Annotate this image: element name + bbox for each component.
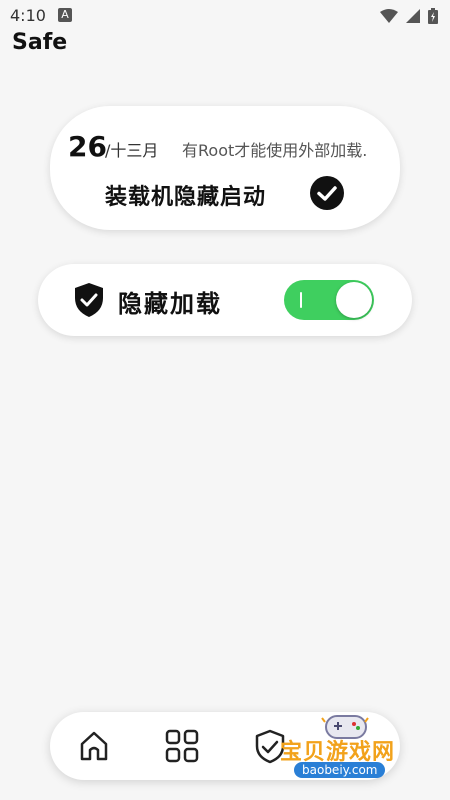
toggle-knob[interactable]	[336, 282, 372, 318]
watermark-url: baobeiy.com	[294, 762, 386, 778]
hide-load-label: 隐藏加载	[118, 290, 222, 318]
home-icon[interactable]	[76, 728, 112, 764]
date-day: 26	[68, 130, 107, 163]
hide-load-toggle[interactable]	[284, 280, 374, 320]
notification-badge: A	[58, 8, 72, 22]
loader-status-card: 26 /十三月 有Root才能使用外部加载. 装载机隐藏启动	[50, 106, 400, 230]
app-title: Safe	[12, 30, 68, 55]
status-time: 4:10	[10, 6, 46, 25]
hide-load-card: 隐藏加载	[38, 264, 412, 336]
watermark: 宝贝游戏网 baobeiy.com	[270, 712, 420, 782]
toggle-on-mark	[300, 292, 302, 308]
root-note: 有Root才能使用外部加载.	[182, 141, 368, 160]
loader-status-text: 装载机隐藏启动	[105, 185, 267, 210]
signal-icon	[406, 9, 420, 23]
apps-grid-icon[interactable]	[164, 728, 200, 764]
battery-icon	[428, 8, 438, 24]
check-circle-icon	[310, 176, 344, 210]
status-icons	[380, 6, 438, 26]
status-bar: 4:10 A	[0, 0, 450, 32]
wifi-icon	[380, 9, 398, 23]
date-month: /十三月	[105, 141, 159, 160]
shield-check-icon	[75, 283, 103, 317]
